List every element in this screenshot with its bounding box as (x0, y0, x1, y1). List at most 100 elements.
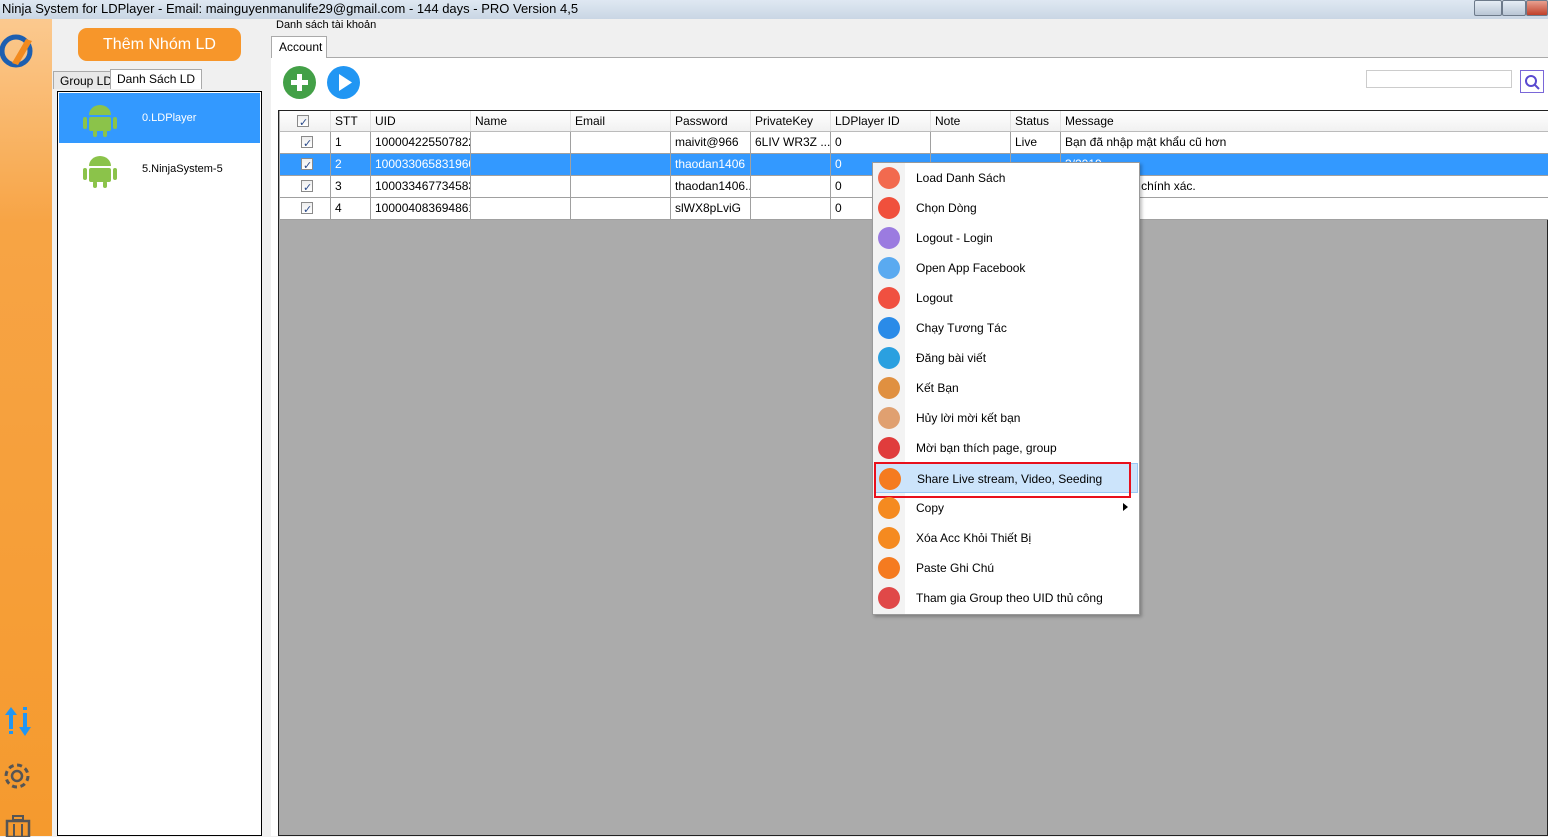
trash-icon[interactable] (4, 815, 32, 837)
column-header[interactable]: UID (371, 111, 471, 131)
table-cell (471, 198, 571, 219)
menu-item-label: Paste Ghi Chú (916, 561, 995, 575)
table-cell: 6LIV WR3Z ... (751, 132, 831, 153)
table-cell: thaodan1406... (671, 176, 751, 197)
invite-mail-icon (878, 437, 900, 459)
menu-item[interactable]: Logout - Login (874, 223, 1138, 253)
column-header[interactable]: Note (931, 111, 1011, 131)
ld-list: 0.LDPlayer 5.NinjaSystem-5 (57, 91, 262, 836)
friends-icon (878, 377, 900, 399)
table-cell (571, 154, 671, 175)
row-checkbox[interactable] (301, 200, 313, 219)
table-cell (751, 154, 831, 175)
run-button[interactable] (327, 66, 360, 99)
menu-item[interactable]: Open App Facebook (874, 253, 1138, 283)
login-icon (878, 227, 900, 249)
checkbox-cell (280, 132, 331, 153)
column-header[interactable]: Email (571, 111, 671, 131)
plus-icon (291, 74, 308, 91)
table-cell (571, 132, 671, 153)
tab-danh-sach-ld[interactable]: Danh Sách LD (110, 69, 203, 89)
close-button[interactable] (1526, 0, 1548, 16)
sort-icon[interactable] (3, 705, 33, 739)
checkbox-cell (280, 176, 331, 197)
table-cell (931, 132, 1011, 153)
search-button[interactable] (1520, 70, 1544, 93)
menu-item[interactable]: Paste Ghi Chú (874, 553, 1138, 583)
menu-item-label: Đăng bài viết (916, 351, 987, 365)
maximize-button[interactable] (1502, 0, 1526, 16)
table-cell (471, 154, 571, 175)
column-header[interactable]: Name (471, 111, 571, 131)
menu-item[interactable]: Tham gia Group theo UID thủ công (874, 583, 1138, 613)
menu-item[interactable]: Mời bạn thích page, group (874, 433, 1138, 463)
title-bar: Ninja System for LDPlayer - Email: maing… (0, 0, 1548, 19)
group-icon (878, 587, 900, 609)
menu-item-label: Open App Facebook (916, 261, 1026, 275)
remove-friend-icon (878, 407, 900, 429)
group-title: Danh sách tài khoản (276, 19, 377, 31)
table-cell: thaodan1406 (671, 154, 751, 175)
table-row[interactable]: 1100004225507822 maivit@9666LIV WR3Z ...0… (280, 132, 1548, 154)
check-icon (878, 197, 900, 219)
row-checkbox[interactable] (301, 156, 313, 175)
menu-item[interactable]: Chọn Dòng (874, 193, 1138, 223)
table-cell: 100033467734583 (371, 176, 471, 197)
menu-item-label: Hủy lời mời kết bạn (916, 411, 1021, 425)
checkbox-cell (280, 198, 331, 219)
document-icon (878, 497, 900, 519)
column-header[interactable]: Message (1061, 111, 1548, 131)
menu-item[interactable]: Hủy lời mời kết bạn (874, 403, 1138, 433)
table-cell: 100004225507822 (371, 132, 471, 153)
logo-icon (0, 34, 33, 68)
menu-item-label: Chọn Dòng (916, 201, 977, 215)
table-cell: slWX8pLviG (671, 198, 751, 219)
row-checkbox[interactable] (301, 134, 313, 153)
refresh-icon (878, 167, 900, 189)
ld-item-label: 5.NinjaSystem-5 (142, 163, 223, 175)
table-cell: maivit@966 (671, 132, 751, 153)
menu-item-label: Xóa Acc Khỏi Thiết Bị (916, 531, 1032, 545)
share-icon (879, 468, 901, 490)
menu-item[interactable]: Load Danh Sách (874, 163, 1138, 193)
table-cell: 4 (331, 198, 371, 219)
add-account-button[interactable] (283, 66, 316, 99)
ld-item[interactable]: 5.NinjaSystem-5 (59, 144, 260, 194)
ld-item[interactable]: 0.LDPlayer (59, 93, 260, 143)
table-header: STTUIDNameEmailPasswordPrivateKeyLDPlaye… (280, 111, 1548, 132)
column-header[interactable]: PrivateKey (751, 111, 831, 131)
minimize-button[interactable] (1474, 0, 1502, 16)
play-icon (878, 317, 900, 339)
menu-item-label: Mời bạn thích page, group (916, 441, 1057, 455)
table-cell: 100004083694861 (371, 198, 471, 219)
column-header[interactable]: STT (331, 111, 371, 131)
search-input[interactable] (1366, 70, 1512, 88)
submenu-arrow-icon (1123, 503, 1128, 511)
menu-item[interactable]: Logout (874, 283, 1138, 313)
gear-icon[interactable] (1, 760, 33, 792)
menu-item[interactable]: Kết Bạn (874, 373, 1138, 403)
tab-account[interactable]: Account (271, 36, 327, 58)
menu-item[interactable]: Chạy Tương Tác (874, 313, 1138, 343)
column-header[interactable]: LDPlayer ID (831, 111, 931, 131)
column-header[interactable]: Password (671, 111, 751, 131)
menu-item-label: Load Danh Sách (916, 171, 1006, 185)
menu-item-label: Copy (916, 501, 945, 515)
context-menu: Load Danh Sách Chọn Dòng Logout - Login Ope… (872, 162, 1140, 615)
table-cell: 2 (331, 154, 371, 175)
play-icon (339, 74, 352, 91)
send-icon (878, 347, 900, 369)
table-cell: 1 (331, 132, 371, 153)
row-checkbox[interactable] (301, 178, 313, 197)
menu-item[interactable]: Share Live stream, Video, Seeding (874, 462, 1138, 498)
select-all-checkbox[interactable] (297, 113, 309, 131)
menu-item-label: Tham gia Group theo UID thủ công (916, 591, 1103, 605)
menu-item[interactable]: Xóa Acc Khỏi Thiết Bị (874, 523, 1138, 553)
logout-icon (878, 287, 900, 309)
menu-item[interactable]: Đăng bài viết (874, 343, 1138, 373)
column-header[interactable]: Status (1011, 111, 1061, 131)
menu-item[interactable]: Copy (874, 493, 1138, 523)
table-cell (571, 176, 671, 197)
add-group-button[interactable]: Thêm Nhóm LD (78, 28, 241, 61)
table-cell: Live (1011, 132, 1061, 153)
